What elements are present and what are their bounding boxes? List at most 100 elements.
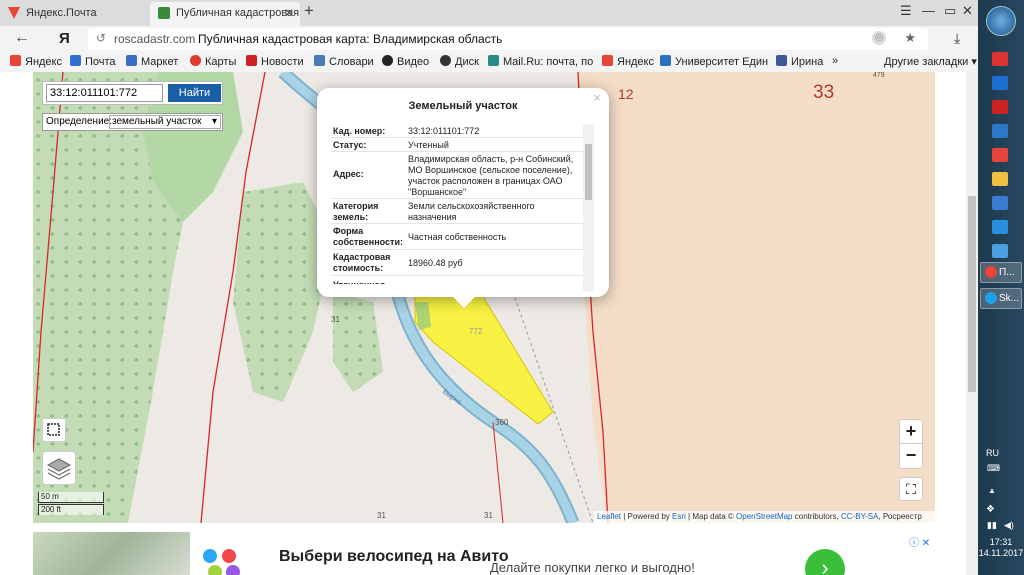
selection-tool-button[interactable] xyxy=(42,418,66,442)
taskbar-skype[interactable]: Sk... xyxy=(980,288,1022,309)
region-label: 33 xyxy=(813,82,835,103)
start-button[interactable] xyxy=(986,6,1016,36)
table-row: Статус: Учтенный xyxy=(331,138,583,152)
app-icon[interactable] xyxy=(992,52,1008,66)
bookmark-item[interactable]: Почта xyxy=(70,55,116,68)
parcel-info-popup: Земельный участок × Кад. номер: 33:12:011… xyxy=(317,88,609,308)
yandex-logo-icon[interactable]: Я xyxy=(59,30,70,47)
definition-label: Определение: xyxy=(46,116,113,127)
bookmark-star-icon[interactable]: ★ xyxy=(904,30,916,46)
translate-icon[interactable]: ◎ xyxy=(872,31,886,45)
bookmark-item[interactable]: Новости xyxy=(246,55,304,68)
ad-banner[interactable]: Выбери велосипед на Авито Делайте покупк… xyxy=(33,532,935,575)
browser-window: Яндекс.Почта Публичная кадастровая ✕ + ☰… xyxy=(0,0,978,575)
bookmark-item[interactable]: Карты xyxy=(190,55,236,68)
ie-icon[interactable] xyxy=(992,220,1008,234)
ad-info-icon[interactable]: ⓘ ✕ xyxy=(909,534,930,549)
yandex-icon[interactable] xyxy=(992,148,1008,162)
page-scrollbar[interactable] xyxy=(966,72,978,575)
yandex-icon xyxy=(10,55,21,66)
tab-cadastral-map[interactable]: Публичная кадастровая ✕ xyxy=(150,2,300,26)
map-label: 31 xyxy=(377,511,386,520)
ad-go-button[interactable]: › xyxy=(805,549,845,575)
site-info-icon[interactable]: ↺ xyxy=(96,31,106,45)
zoom-out-button[interactable]: − xyxy=(900,444,922,468)
volume-icon[interactable]: ◀) xyxy=(1004,520,1014,531)
popup-scrollbar[interactable] xyxy=(583,124,594,292)
esri-link[interactable]: Esri xyxy=(672,512,686,521)
table-row: Кад. номер: 33:12:011101:772 xyxy=(331,124,583,138)
fullscreen-button[interactable]: ⛶ xyxy=(899,477,923,501)
bookmark-item[interactable]: Университет Един xyxy=(660,55,768,68)
bookmark-item[interactable]: Маркет xyxy=(126,55,178,68)
layers-button[interactable] xyxy=(42,451,76,485)
cadastral-search: Найти xyxy=(42,81,223,105)
maximize-button[interactable]: ▭ xyxy=(944,3,956,19)
bookmark-item[interactable]: Яндекс xyxy=(602,55,654,68)
bookmark-item[interactable]: Словари xyxy=(314,55,374,68)
app-icon[interactable] xyxy=(992,244,1008,258)
definition-selector: Определение: земельный участок ▾ xyxy=(42,113,223,131)
parcel-attributes-table: Кад. номер: 33:12:011101:772 Статус: Учтен… xyxy=(331,124,583,284)
osm-link[interactable]: OpenStreetMap xyxy=(736,512,792,521)
bookmark-item[interactable]: Mail.Ru: почта, по xyxy=(488,55,593,68)
definition-dropdown[interactable]: земельный участок ▾ xyxy=(109,115,221,129)
university-icon xyxy=(660,55,671,66)
layers-icon xyxy=(46,458,72,480)
app-icon[interactable] xyxy=(992,124,1008,138)
download-icon[interactable]: ⤓ xyxy=(954,30,960,47)
language-indicator[interactable]: RU xyxy=(986,448,999,458)
facebook-icon xyxy=(776,55,787,66)
taskbar-yandex-browser[interactable]: П... xyxy=(980,262,1022,283)
forest-area xyxy=(333,292,383,392)
close-icon[interactable]: × xyxy=(593,90,601,105)
bookmark-item[interactable]: Ирина xyxy=(776,55,823,68)
map-label: 31 xyxy=(484,511,493,520)
menu-icon[interactable]: ☰ xyxy=(900,3,912,19)
more-bookmarks-icon[interactable]: » xyxy=(832,55,838,67)
bookmark-item[interactable]: Яндекс xyxy=(10,55,62,68)
folder-icon[interactable] xyxy=(992,172,1008,186)
mailru-icon xyxy=(488,55,499,66)
scale-imperial: 200 ft xyxy=(38,504,104,515)
table-row: Кадастровая стоимость: 18960.48 руб xyxy=(331,250,583,276)
find-button[interactable]: Найти xyxy=(168,84,221,102)
bookmark-item[interactable]: Видео xyxy=(382,55,429,68)
new-tab-button[interactable]: + xyxy=(304,1,314,21)
scale-bar: 50 m 200 ft xyxy=(38,492,104,517)
scrollbar-thumb[interactable] xyxy=(585,144,592,200)
chevron-down-icon: ▾ xyxy=(211,116,217,127)
app-icon[interactable] xyxy=(992,196,1008,210)
table-row: Уточненная xyxy=(331,276,583,284)
tray-expand-icon[interactable]: ▲ xyxy=(988,486,996,495)
network-icon[interactable]: ▮▮ xyxy=(987,520,997,531)
tab-yandex-mail[interactable]: Яндекс.Почта xyxy=(0,2,148,26)
close-tab-icon[interactable]: ✕ xyxy=(284,2,294,24)
video-icon xyxy=(382,55,393,66)
address-bar-area: ← Я ↺ roscadastr.com Публичная кадастров… xyxy=(0,26,978,52)
ad-headline[interactable]: Выбери велосипед на Авито xyxy=(279,548,509,566)
back-button[interactable]: ← xyxy=(14,29,30,47)
dropbox-icon[interactable]: ❖ xyxy=(986,504,995,515)
scrollbar-thumb[interactable] xyxy=(968,196,976,392)
keyboard-icon[interactable]: ⌨ xyxy=(987,463,1000,474)
other-bookmarks[interactable]: Другие закладки ▾ xyxy=(884,55,977,68)
leaflet-link[interactable]: Leaflet xyxy=(597,512,621,521)
scale-metric: 50 m xyxy=(38,492,104,503)
pin-icon[interactable] xyxy=(992,100,1008,114)
cadastral-map[interactable]: ♣ xyxy=(33,72,935,523)
yandex-icon xyxy=(602,55,613,66)
ad-subtext: Делайте покупки легко и выгодно! xyxy=(490,560,695,575)
close-window-button[interactable]: ✕ xyxy=(962,3,973,19)
cc-link[interactable]: CC-BY-SA xyxy=(841,512,879,521)
bookmarks-bar: Яндекс Почта Маркет Карты Новости Словар… xyxy=(0,52,978,72)
zoom-in-button[interactable]: + xyxy=(900,420,922,444)
cadastral-number-input[interactable] xyxy=(46,84,163,102)
url-field[interactable]: ↺ roscadastr.com Публичная кадастровая к… xyxy=(88,28,928,50)
parcel-label: 772 xyxy=(469,327,483,336)
app-icon[interactable] xyxy=(992,76,1008,90)
minimize-button[interactable]: — xyxy=(922,3,935,18)
system-clock[interactable]: 17:31 14.11.2017 xyxy=(978,537,1024,559)
news-icon xyxy=(246,55,257,66)
bookmark-item[interactable]: Диск xyxy=(440,55,479,68)
